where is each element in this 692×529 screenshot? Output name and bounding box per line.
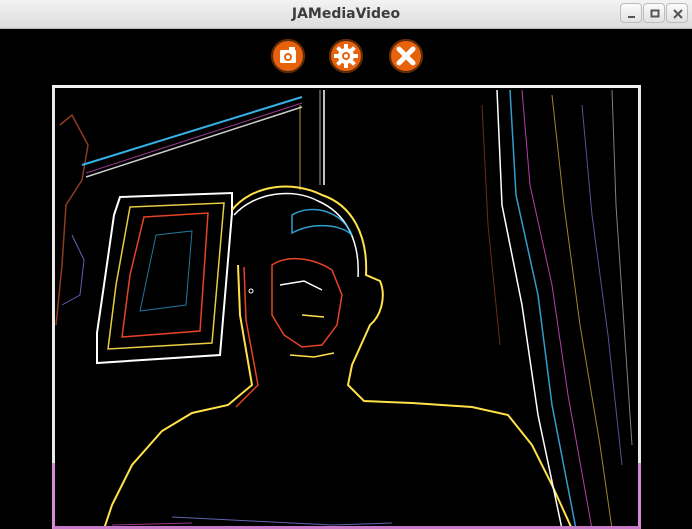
maximize-button[interactable] [643, 3, 665, 23]
stop-button[interactable] [389, 39, 423, 73]
camera-preview [52, 85, 641, 529]
take-photo-button[interactable] [271, 39, 305, 73]
settings-button[interactable] [329, 39, 363, 73]
minimize-button[interactable] [620, 3, 642, 23]
app-window: JAMediaVideo [0, 0, 692, 529]
edge-effect-video [55, 89, 633, 529]
toolbar [0, 29, 692, 83]
titlebar[interactable]: JAMediaVideo [0, 0, 692, 29]
window-title: JAMediaVideo [291, 6, 401, 22]
window-controls [619, 3, 688, 25]
close-window-button[interactable] [666, 3, 688, 23]
